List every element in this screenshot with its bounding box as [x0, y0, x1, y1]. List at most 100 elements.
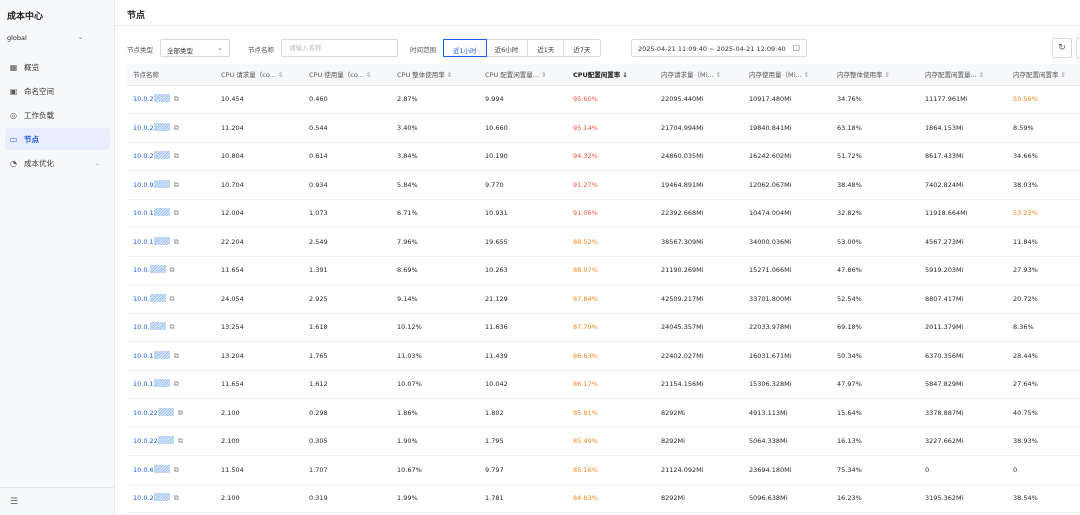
node-name-cell[interactable]: 10.0.22 ⧉	[127, 427, 215, 456]
node-name-link[interactable]: 10.0.9	[133, 181, 154, 189]
node-name-input[interactable]	[281, 39, 398, 57]
sidebar-item[interactable]: ▭ 节点	[5, 128, 110, 150]
copy-icon[interactable]: ⧉	[174, 352, 179, 361]
copy-icon[interactable]: ⧉	[174, 380, 179, 389]
table-row[interactable]: 10.0.1 ⧉ 13.204 1.765 11.03% 11.439 86.63% 2240…	[127, 341, 1080, 371]
copy-icon[interactable]: ⧉	[170, 323, 175, 332]
region-selector[interactable]: global ⌄	[7, 34, 85, 46]
node-name-cell[interactable]: 10.0.1 ⧉	[127, 227, 215, 257]
node-name-cell[interactable]: 10.0.2 ⧉	[127, 113, 215, 143]
copy-icon[interactable]: ⧉	[178, 409, 183, 418]
time-range-tab[interactable]: 近7天	[564, 40, 599, 56]
cell-mem-req: 22095.440Mi	[655, 85, 743, 114]
collapse-sidebar-icon[interactable]: ☰	[10, 497, 18, 507]
copy-icon[interactable]: ⧉	[170, 295, 175, 304]
node-name-cell[interactable]: 10.0.2 ⧉	[127, 142, 215, 171]
table-row[interactable]: 10.0.2 ⧉ 2.100 0.319 1.99% 1.781 84.83% 8292Mi 5…	[127, 484, 1080, 513]
sort-icon[interactable]: ⇕	[979, 71, 984, 79]
sort-icon[interactable]: ⇕	[885, 71, 890, 79]
cell-mem-req: 42509.217Mi	[655, 284, 743, 314]
node-name-cell[interactable]: 10.0.2 ⧉	[127, 85, 215, 114]
sidebar-item[interactable]: ▣ 命名空间	[5, 80, 110, 102]
sort-icon[interactable]: ↓	[622, 71, 627, 79]
table-row[interactable]: 10.0.22 ⧉ 2.100 0.305 1.90% 1.795 85.49% 8292Mi…	[127, 427, 1080, 456]
table-row[interactable]: 10.0.22 ⧉ 2.100 0.298 1.86% 1.802 85.81% 8292Mi…	[127, 398, 1080, 428]
sort-icon[interactable]: ⇕	[447, 71, 452, 79]
table-row[interactable]: 10.0. ⧉ 11.654 1.391 8.69% 10.263 88.07% 21190.…	[127, 256, 1080, 285]
node-name-link[interactable]: 10.0.2	[133, 494, 154, 502]
column-header[interactable]: CPU 使用量（co... ⇕	[303, 64, 391, 86]
node-name-cell[interactable]: 10.0.22 ⧉	[127, 398, 215, 428]
node-name-link[interactable]: 10.0.1	[133, 238, 154, 246]
sort-icon[interactable]: ⇕	[278, 71, 283, 79]
node-name-link[interactable]: 10.0.2	[133, 95, 154, 103]
node-name-cell[interactable]: 10.0.2 ⧉	[127, 484, 215, 513]
node-name-link[interactable]: 10.0.2	[133, 152, 154, 160]
node-name-link[interactable]: 10.0.2	[133, 124, 154, 132]
table-row[interactable]: 10.0.1 ⧉ 12.004 1.073 6.71% 10.931 91.06% 22392…	[127, 199, 1080, 228]
time-range-tab[interactable]: 近6小时	[486, 40, 529, 56]
sidebar-item[interactable]: ◎ 工作负载	[5, 104, 110, 126]
node-name-link[interactable]: 10.0.1	[133, 352, 154, 360]
time-range-tab[interactable]: 近1天	[528, 40, 565, 56]
node-name-cell[interactable]: 10.0. ⧉	[127, 313, 215, 342]
table-row[interactable]: 10.0.2 ⧉ 10.804 0.614 3.84% 10.190 94.32% 24860…	[127, 142, 1080, 171]
cell-cpu-util: 6.71%	[391, 199, 479, 228]
copy-icon[interactable]: ⧉	[170, 266, 175, 275]
node-name-cell[interactable]: 10.0.1 ⧉	[127, 199, 215, 228]
sort-icon[interactable]: ⇕	[1061, 71, 1066, 79]
node-name-link[interactable]: 10.0.1	[133, 209, 154, 217]
sort-icon[interactable]: ⇕	[541, 71, 546, 79]
table-row[interactable]: 10.0. ⧉ 13.254 1.618 10.12% 11.636 87.79% 24045…	[127, 313, 1080, 342]
column-header[interactable]: 内存配置闲置率 ⇕	[1007, 64, 1080, 86]
node-name-link[interactable]: 10.0.	[133, 323, 150, 331]
node-name-cell[interactable]: 10.0.1 ⧉	[127, 370, 215, 399]
node-name-link[interactable]: 10.0.1	[133, 380, 154, 388]
table-row[interactable]: 10.0. ⧉ 24.054 2.925 9.14% 21.129 87.84% 42509.…	[127, 284, 1080, 314]
node-name-cell[interactable]: 10.0. ⧉	[127, 256, 215, 285]
time-range-tab[interactable]: 近1小时	[443, 39, 487, 57]
node-name-cell[interactable]: 10.0.9 ⧉	[127, 170, 215, 200]
node-name-cell[interactable]: 10.0.6 ⧉	[127, 455, 215, 485]
copy-icon[interactable]: ⧉	[178, 437, 183, 446]
column-header[interactable]: CPU 整体使用率 ⇕	[391, 64, 479, 86]
copy-icon[interactable]: ⧉	[174, 466, 179, 475]
node-name-link[interactable]: 10.0.	[133, 295, 150, 303]
node-name-link[interactable]: 10.0.	[133, 266, 150, 274]
copy-icon[interactable]: ⧉	[174, 152, 179, 161]
copy-icon[interactable]: ⧉	[174, 238, 179, 247]
copy-icon[interactable]: ⧉	[174, 124, 179, 133]
table-row[interactable]: 10.0.1 ⧉ 22.204 2.549 7.96% 19.655 88.52% 38567…	[127, 227, 1080, 257]
sort-icon[interactable]: ⇕	[366, 71, 371, 79]
node-name-link[interactable]: 10.0.22	[133, 437, 158, 445]
table-row[interactable]: 10.0.9 ⧉ 10.704 0.934 5.84% 9.770 91.27% 19464.…	[127, 170, 1080, 200]
sidebar-item[interactable]: ◔ 成本优化 ⌄	[5, 152, 110, 174]
column-header[interactable]: CPU 请求量（co... ⇕	[215, 64, 303, 86]
copy-icon[interactable]: ⧉	[174, 181, 179, 190]
column-header[interactable]: 内存请求量（Mi... ⇕	[655, 64, 743, 86]
sort-icon[interactable]: ⇕	[804, 71, 809, 79]
column-header[interactable]: CPU配置闲置率 ↓	[567, 64, 655, 86]
sidebar-item[interactable]: ▦ 概览	[5, 56, 110, 78]
table-row[interactable]: 10.0.2 ⧉ 11.204 0.544 3.40% 10.660 95.14% 21704…	[127, 113, 1080, 143]
node-type-select[interactable]: 全部类型 ⌄	[160, 39, 230, 57]
copy-icon[interactable]: ⧉	[174, 494, 179, 503]
node-name-link[interactable]: 10.0.22	[133, 409, 158, 417]
table-row[interactable]: 10.0.1 ⧉ 11.654 1.612 10.07% 10.042 86.17% 2115…	[127, 370, 1080, 399]
more-button[interactable]	[1076, 38, 1080, 58]
refresh-button[interactable]: ↻	[1052, 38, 1072, 58]
cell-mem-idle-rate: 53.23%	[1007, 199, 1080, 228]
column-header[interactable]: 内存配置闲置量... ⇕	[919, 64, 1007, 86]
column-header[interactable]: 内存使用量（Mi... ⇕	[743, 64, 831, 86]
node-name-cell[interactable]: 10.0.1 ⧉	[127, 341, 215, 371]
copy-icon[interactable]: ⧉	[174, 209, 179, 218]
copy-icon[interactable]: ⧉	[174, 95, 179, 104]
table-row[interactable]: 10.0.2 ⧉ 10.454 0.460 2.87% 9.994 95.60% 22095.…	[127, 85, 1080, 114]
column-header[interactable]: CPU 配置闲置量... ⇕	[479, 64, 567, 86]
date-range-picker[interactable]: 2025-04-21 11:09:40 ~ 2025-04-21 12:09:4…	[631, 39, 807, 57]
sort-icon[interactable]: ⇕	[716, 71, 721, 79]
node-name-link[interactable]: 10.0.6	[133, 466, 154, 474]
node-name-cell[interactable]: 10.0. ⧉	[127, 284, 215, 314]
table-row[interactable]: 10.0.6 ⧉ 11.504 1.707 10.67% 9.797 85.16% 21124…	[127, 455, 1080, 485]
column-header[interactable]: 内存整体使用率 ⇕	[831, 64, 919, 86]
